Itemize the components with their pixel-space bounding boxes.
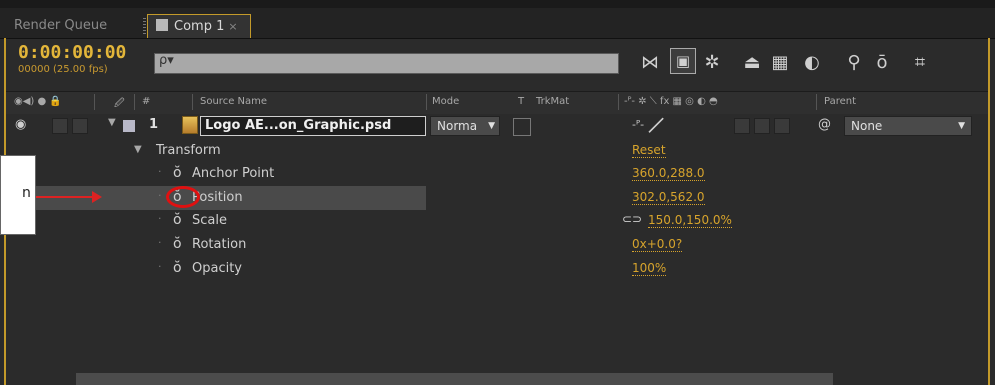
parent-header[interactable]: Parent bbox=[824, 96, 856, 107]
bullet-icon: · bbox=[158, 189, 162, 202]
shy-switch-icon[interactable]: -ᴾ- bbox=[632, 118, 644, 131]
label-header-icon[interactable]: 🖉 bbox=[114, 96, 125, 113]
tab-bar: Render Queue Comp 1 × bbox=[0, 8, 995, 39]
fx-switch[interactable] bbox=[734, 118, 750, 134]
bullet-icon: · bbox=[158, 165, 162, 178]
brush-icon[interactable]: ◐ bbox=[800, 52, 824, 73]
t-header[interactable]: T bbox=[518, 96, 524, 107]
parent-select[interactable]: None ▼ bbox=[844, 116, 972, 136]
comp-swatch-icon bbox=[156, 19, 168, 31]
callout-text: n bbox=[22, 185, 31, 201]
frame-blending-icon[interactable]: ▣ bbox=[670, 48, 696, 74]
property-row-position[interactable]: · ŏ Position 302.0,562.0 bbox=[6, 187, 988, 211]
tab-comp[interactable]: Comp 1 × bbox=[143, 14, 251, 38]
mode-header[interactable]: Mode bbox=[432, 96, 459, 107]
eye-icon[interactable]: ◉ bbox=[15, 117, 26, 132]
property-label: Opacity bbox=[192, 261, 243, 276]
track-matte-checkbox[interactable] bbox=[513, 118, 531, 136]
pin-icon[interactable]: ⚲ bbox=[842, 52, 866, 73]
graph-icon[interactable]: ⌗ bbox=[908, 52, 932, 73]
frame-rate-readout: 00000 (25.00 fps) bbox=[18, 64, 108, 75]
property-label: Rotation bbox=[192, 237, 247, 252]
property-row-scale[interactable]: · ŏ Scale ⊂⊃ 150.0,150.0% bbox=[6, 210, 988, 234]
arrow-head-icon bbox=[92, 191, 102, 203]
search-input[interactable] bbox=[154, 53, 619, 74]
stopwatch-icon[interactable]: ŏ bbox=[173, 260, 182, 276]
transform-group-row[interactable]: ▼ Transform Reset bbox=[6, 140, 988, 164]
constrain-proportions-icon[interactable]: ⊂⊃ bbox=[622, 212, 642, 226]
property-value[interactable]: 360.0,288.0 bbox=[632, 166, 705, 181]
column-header: ◉◀) ● 🔒 🖉 # Source Name Mode T TrkMat -ᴾ… bbox=[6, 91, 988, 115]
solo-switch[interactable] bbox=[52, 118, 68, 134]
chevron-down-icon: ▼ bbox=[958, 121, 965, 131]
layer-row[interactable]: ◉ ▼ 1 Logo AE...on_Graphic.psd Norma ▼ -ᴾ… bbox=[6, 113, 988, 138]
lock-switch[interactable] bbox=[72, 118, 88, 134]
horizontal-scrollbar[interactable] bbox=[76, 373, 833, 385]
switches-header[interactable]: -ᴾ- ✲ ⟍ fx ▦ ◎ ◐ ◓ bbox=[624, 96, 718, 107]
property-label: Scale bbox=[192, 213, 227, 228]
transform-reset-button[interactable]: Reset bbox=[632, 143, 666, 158]
number-header[interactable]: # bbox=[142, 96, 150, 107]
blend-mode-value: Norma bbox=[437, 119, 478, 133]
chevron-down-icon: ▼ bbox=[488, 121, 495, 131]
property-value[interactable]: 302.0,562.0 bbox=[632, 190, 705, 205]
bullet-icon: · bbox=[158, 212, 162, 225]
layer-name-field[interactable]: Logo AE...on_Graphic.psd bbox=[200, 116, 426, 136]
property-value[interactable]: 100% bbox=[632, 261, 667, 276]
layer-number: 1 bbox=[149, 117, 159, 132]
layer-twirl-icon[interactable]: ▼ bbox=[108, 117, 116, 128]
parent-value: None bbox=[851, 119, 883, 133]
solid-icon[interactable]: ✲ bbox=[700, 52, 724, 73]
frame-blend-switch[interactable] bbox=[754, 118, 770, 134]
bullet-icon: · bbox=[158, 260, 162, 273]
tab-grip-icon[interactable] bbox=[143, 18, 146, 34]
graph-editor-icon[interactable]: ▦ bbox=[768, 52, 792, 73]
blend-mode-select[interactable]: Norma ▼ bbox=[430, 116, 500, 136]
tab-render-queue[interactable]: Render Queue bbox=[14, 14, 107, 38]
title-strip bbox=[0, 0, 995, 8]
stopwatch-icon[interactable]: ŏ bbox=[173, 165, 182, 181]
close-icon[interactable]: × bbox=[228, 20, 237, 33]
motion-blur-icon[interactable]: ⏏ bbox=[740, 52, 764, 73]
property-value[interactable]: 150.0,150.0% bbox=[648, 213, 732, 228]
psd-file-icon bbox=[182, 116, 198, 134]
property-row-opacity[interactable]: · ŏ Opacity 100% bbox=[6, 258, 988, 282]
property-label: Anchor Point bbox=[192, 166, 275, 181]
pick-whip-icon[interactable]: @ bbox=[818, 117, 831, 132]
trkmat-header[interactable]: TrkMat bbox=[536, 96, 569, 107]
stopwatch-icon[interactable]: ŏ bbox=[173, 236, 182, 252]
current-time-display[interactable]: 0:00:00:00 bbox=[18, 42, 126, 63]
bullet-icon: · bbox=[158, 236, 162, 249]
motion-blur-switch[interactable] bbox=[774, 118, 790, 134]
highlight-circle-annotation bbox=[166, 186, 200, 208]
draft-3d-icon[interactable]: ⋈ bbox=[638, 52, 662, 73]
transform-label: Transform bbox=[156, 143, 221, 158]
property-value[interactable]: 0x+0.0? bbox=[632, 237, 683, 252]
stopwatch-icon[interactable]: ŏ bbox=[173, 212, 182, 228]
property-row-anchor-point[interactable]: · ŏ Anchor Point 360.0,288.0 bbox=[6, 163, 988, 187]
stopwatch-icon[interactable]: ō bbox=[870, 52, 894, 73]
layer-label-color[interactable] bbox=[123, 120, 135, 132]
search-icon[interactable]: ρ▾ bbox=[159, 53, 174, 68]
property-row-rotation[interactable]: · ŏ Rotation 0x+0.0? bbox=[6, 234, 988, 258]
source-name-header[interactable]: Source Name bbox=[200, 96, 267, 107]
tab-comp-label: Comp 1 bbox=[174, 19, 225, 34]
quality-switch-icon[interactable]: | bbox=[647, 113, 669, 135]
av-switches-header[interactable]: ◉◀) ● 🔒 bbox=[14, 96, 62, 107]
transform-twirl-icon[interactable]: ▼ bbox=[134, 144, 142, 155]
pointer-arrow bbox=[36, 196, 96, 198]
